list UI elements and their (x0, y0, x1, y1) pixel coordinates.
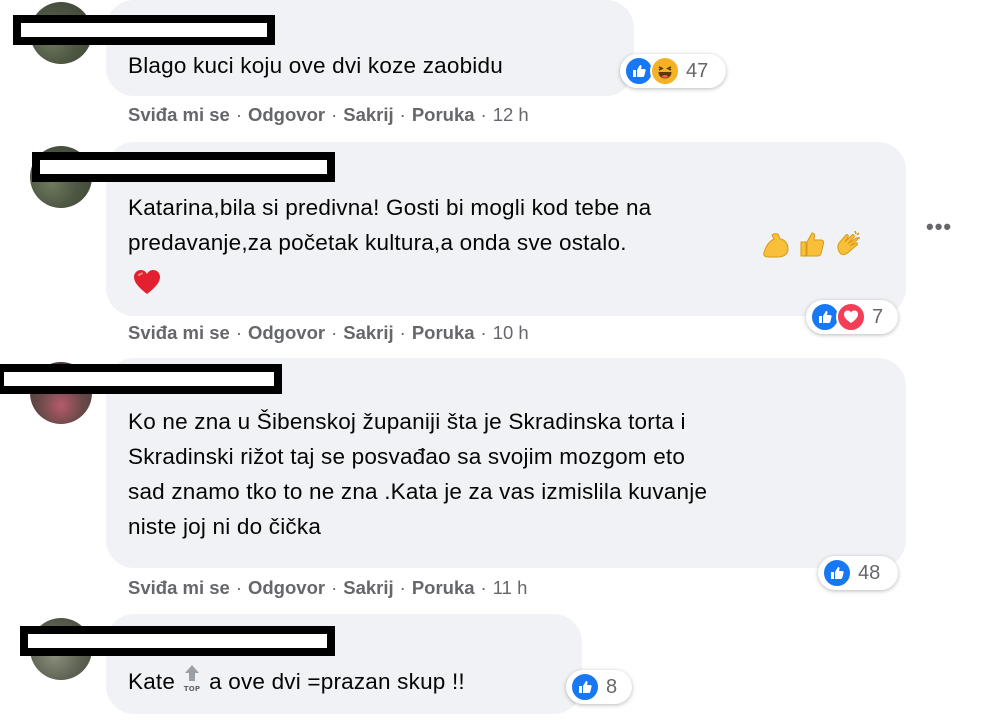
message-button[interactable]: Poruka (412, 104, 475, 126)
timestamp[interactable]: 12 h (493, 104, 529, 126)
clapping-hands-emoji (833, 228, 865, 265)
comment-actions: Sviđa mi se · Odgovor · Sakrij · Poruka · 10… (128, 322, 529, 344)
comment-text: Ko ne zna u Šibenskoj županiji šta je Sk… (128, 409, 708, 539)
like-button[interactable]: Sviđa mi se (128, 577, 230, 599)
reaction-count: 47 (686, 59, 709, 82)
redacted-author-name[interactable] (20, 626, 335, 656)
reaction-count: 8 (606, 675, 618, 698)
comment-text: Blago kuci koju ove dvi koze zaobidu (128, 53, 503, 78)
comment-actions: Sviđa mi se · Odgovor · Sakrij · Poruka · 12… (128, 104, 529, 126)
comment-text: Kate TOP a ove dvi =prazan skup !! (128, 663, 465, 703)
like-icon (822, 558, 852, 588)
flexed-biceps-emoji (760, 229, 792, 264)
comment-text-start: Kate (128, 668, 176, 694)
hide-button[interactable]: Sakrij (343, 577, 393, 599)
redacted-author-name[interactable] (32, 152, 335, 182)
love-icon (836, 302, 866, 332)
reply-button[interactable]: Odgovor (248, 322, 325, 344)
reply-button[interactable]: Odgovor (248, 104, 325, 126)
like-button[interactable]: Sviđa mi se (128, 104, 230, 126)
timestamp[interactable]: 11 h (493, 577, 528, 599)
like-button[interactable]: Sviđa mi se (128, 322, 230, 344)
like-icon (570, 672, 600, 702)
hide-button[interactable]: Sakrij (343, 104, 393, 126)
reaction-count: 7 (872, 305, 884, 328)
comment-text: Katarina,bila si predivna! Gosti bi mogl… (128, 195, 652, 255)
timestamp[interactable]: 10 h (493, 322, 529, 344)
reaction-summary[interactable]: 7 (806, 300, 898, 334)
reaction-summary[interactable]: 47 (620, 54, 726, 88)
more-options-button[interactable]: ••• (926, 214, 952, 240)
reaction-summary[interactable]: 8 (566, 670, 632, 704)
reaction-summary[interactable]: 48 (818, 556, 898, 590)
red-heart-emoji (132, 268, 162, 301)
svg-text:TOP: TOP (184, 685, 200, 693)
hide-button[interactable]: Sakrij (343, 322, 393, 344)
reaction-count: 48 (858, 561, 881, 584)
reply-button[interactable]: Odgovor (248, 577, 325, 599)
comment-text-end: a ove dvi =prazan skup !! (209, 668, 465, 694)
redacted-author-name[interactable] (0, 364, 282, 394)
message-button[interactable]: Poruka (412, 577, 475, 599)
haha-icon (650, 56, 680, 86)
comment-emojis (758, 228, 868, 262)
redacted-author-name[interactable] (13, 15, 275, 45)
message-button[interactable]: Poruka (412, 322, 475, 344)
thumbs-up-emoji (798, 229, 826, 264)
comment-actions: Sviđa mi se · Odgovor · Sakrij · Poruka · 11… (128, 577, 528, 599)
top-arrow-emoji: TOP (181, 663, 203, 703)
